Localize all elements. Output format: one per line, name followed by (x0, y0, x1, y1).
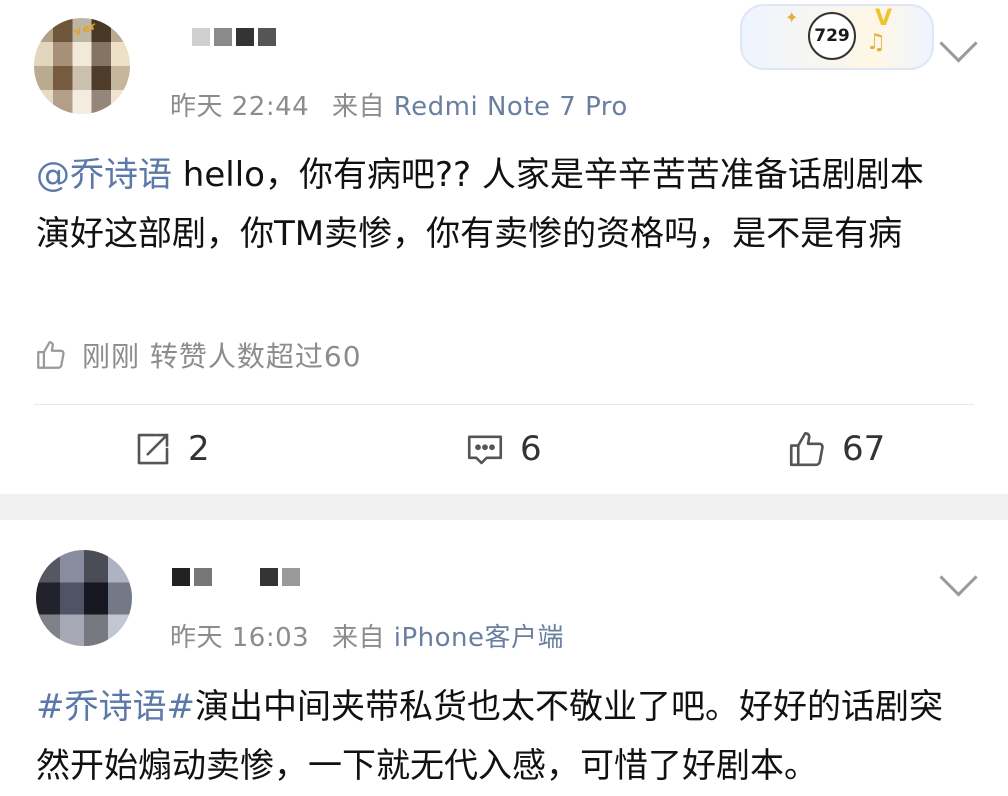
source-device[interactable]: iPhone客户端 (394, 623, 564, 653)
like-button[interactable]: 67 (786, 428, 885, 470)
post-separator (0, 494, 1008, 520)
repost-button[interactable]: 2 (132, 428, 210, 470)
comment-icon (467, 435, 503, 465)
post-time: 昨天 22:44 (170, 92, 310, 122)
source-prefix: 来自 (331, 623, 385, 653)
username-blurred[interactable] (192, 28, 276, 46)
post-meta: 昨天 22:44 来自 Redmi Note 7 Pro (170, 86, 628, 123)
post-meta: 昨天 16:03 来自 iPhone客户端 (170, 617, 564, 654)
chevron-down-icon[interactable] (939, 24, 978, 63)
v-icon: V (875, 6, 893, 31)
username-blurred[interactable] (172, 568, 300, 586)
post-text: #乔诗语#演出中间夹带私货也太不敬业了吧。好好的话剧突然开始煽动卖惨，一下就无代… (36, 678, 948, 796)
star-icon: ✦ (785, 8, 799, 27)
mention-link[interactable]: @乔诗语 (36, 155, 172, 195)
repost-count: 2 (188, 429, 210, 469)
avatar[interactable]: ᵛᵉʳ (34, 18, 130, 114)
music-note-icon: ♫ (866, 30, 886, 55)
chevron-down-icon[interactable] (939, 558, 978, 597)
divider (34, 404, 974, 405)
post-time: 昨天 16:03 (170, 623, 310, 653)
source-prefix: 来自 (331, 92, 385, 122)
like-count: 67 (842, 429, 886, 469)
repost-icon (137, 433, 169, 465)
post-text: @乔诗语 hello，你有病吧?? 人家是辛辛苦苦准备话剧剧本演好这部剧，你TM… (36, 146, 948, 264)
thumbs-up-icon (37, 341, 65, 369)
comment-count: 6 (520, 429, 542, 469)
hashtag-link[interactable]: #乔诗语# (36, 687, 195, 727)
avatar[interactable] (36, 550, 132, 646)
thumbs-up-icon (789, 431, 824, 467)
weibo-post: 昨天 16:03 来自 iPhone客户端 #乔诗语#演出中间夹带私货也太不敬业… (0, 520, 1008, 786)
like-notice-text: 刚刚 转赞人数超过60 (82, 340, 362, 373)
like-notice: 刚刚 转赞人数超过60 (34, 335, 362, 375)
badge-number: 729 (808, 12, 856, 60)
comment-button[interactable]: 6 (464, 428, 542, 470)
source-device[interactable]: Redmi Note 7 Pro (394, 92, 628, 122)
weibo-post: ᵛᵉʳ ✦ 729 V ♫ 昨天 22:44 来自 Redmi Note 7 P… (0, 0, 1008, 495)
